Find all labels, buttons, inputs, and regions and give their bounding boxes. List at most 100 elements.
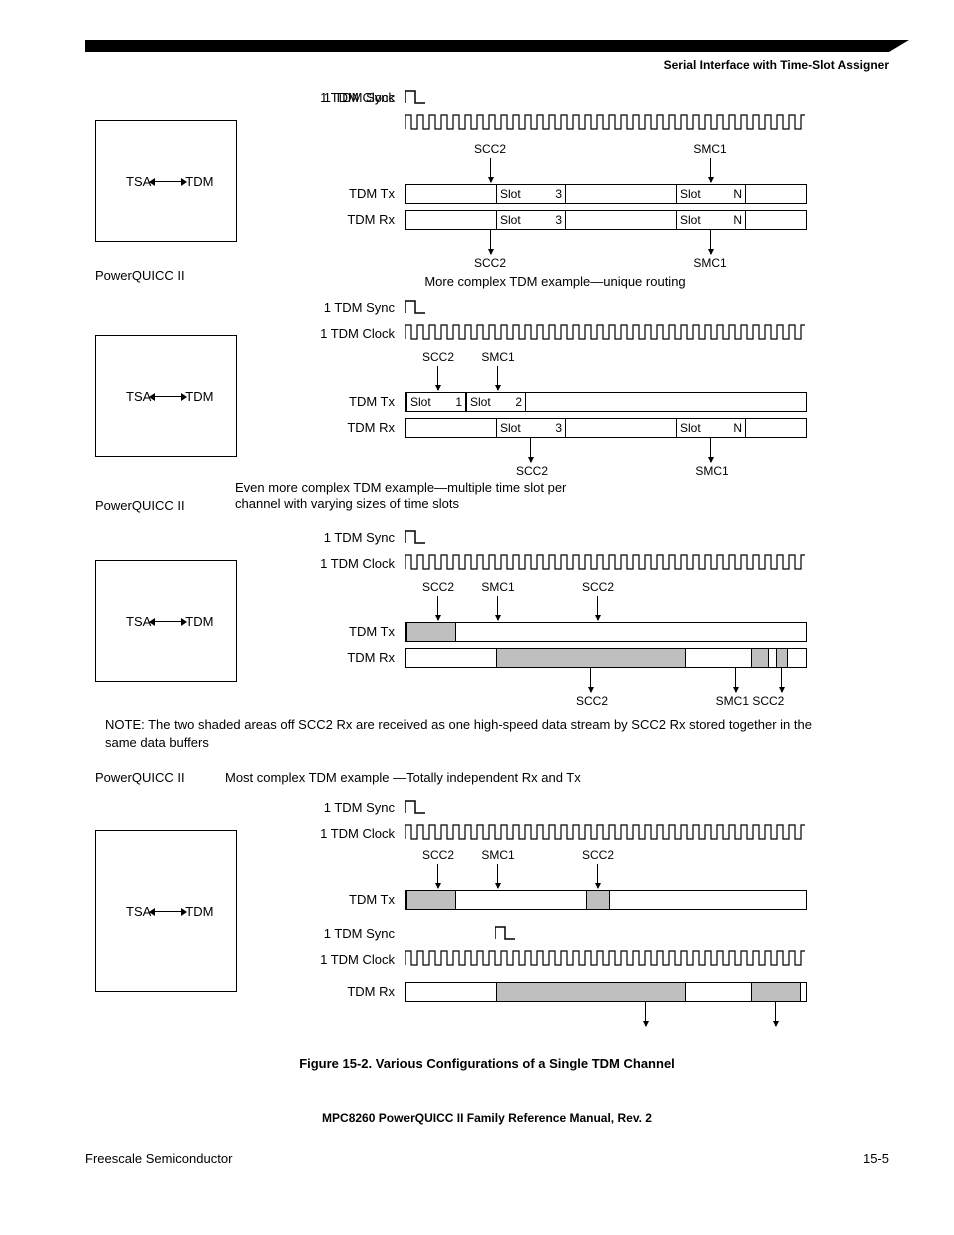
sync-waveform (405, 530, 805, 544)
arrow-down-icon (590, 668, 591, 692)
tsa-label: TSA (126, 389, 151, 404)
scc2-label: SCC2 (507, 464, 557, 478)
arrow-down-icon (710, 438, 711, 462)
clock-label: 1 TDM Clock (305, 326, 395, 341)
slot-shaded (751, 983, 801, 1001)
slot: SlotN (676, 211, 746, 229)
arrow-down-icon (497, 596, 498, 620)
scc2-label: SCC2 (413, 350, 463, 364)
smc1-label: SMC1 (473, 350, 523, 364)
slot-shaded (751, 649, 769, 667)
tdm-label: TDM (185, 389, 213, 404)
arrow-down-icon (775, 1002, 776, 1026)
tdm-label: TDM (185, 904, 213, 919)
example2-caption2: channel with varying sizes of time slots (235, 496, 655, 511)
note-text: NOTE: The two shaded areas off SCC2 Rx a… (105, 716, 845, 751)
slot: Slot1 (406, 393, 466, 411)
rx-lane (405, 648, 807, 668)
tsa-label: TSA (126, 174, 151, 189)
smc1-label: SMC1 (473, 580, 523, 594)
scc2-label: SCC2 (573, 580, 623, 594)
tx-label: TDM Tx (305, 394, 395, 409)
arrow-down-icon (497, 366, 498, 390)
arrow-down-icon (490, 158, 491, 182)
arrow-down-icon (645, 1002, 646, 1026)
arrow-down-icon (735, 668, 736, 692)
tx-lane: Slot3 SlotN (405, 184, 807, 204)
slot-shaded (496, 983, 686, 1001)
rx-lane: Slot3 SlotN (405, 210, 807, 230)
bidir-arrow-icon (153, 911, 183, 912)
arrow-down-icon (710, 158, 711, 182)
smc1-label: SMC1 (687, 464, 737, 478)
tx-label: TDM Tx (305, 186, 395, 201)
tdm-label: TDM (185, 174, 213, 189)
clock-label: 1 TDM Clock (305, 952, 395, 967)
rx-lane: Slot3 SlotN (405, 418, 807, 438)
clock-label: 1 TDM Clock (305, 556, 395, 571)
tdm-label: TDM (185, 614, 213, 629)
tx-lane (405, 890, 807, 910)
clock-waveform (405, 324, 805, 340)
pq-label: PowerQUICC II (95, 498, 185, 513)
slot: SlotN (676, 185, 746, 203)
example3-caption: Most complex TDM example —Totally indepe… (225, 770, 725, 785)
slot: Slot3 (496, 211, 566, 229)
tsa-box-2: TSA TDM (95, 335, 237, 457)
sync-label: 1 TDM Sync (305, 800, 395, 815)
arrow-down-icon (597, 596, 598, 620)
slot-shaded (406, 891, 456, 909)
clock-waveform (405, 950, 805, 966)
bidir-arrow-icon (153, 181, 183, 182)
pq-label: PowerQUICC II (95, 268, 185, 283)
footer-company: Freescale Semiconductor (85, 1151, 232, 1166)
clock-waveform (405, 554, 805, 570)
scc2-label: SCC2 (465, 256, 515, 270)
tx-lane: Slot1 Slot2 (405, 392, 807, 412)
example1-caption: More complex TDM example—unique routing (355, 274, 755, 289)
arrow-down-icon (437, 366, 438, 390)
tsa-box-3: TSA TDM (95, 560, 237, 682)
slot: Slot2 (466, 393, 526, 411)
arrow-down-icon (497, 864, 498, 888)
clock-label: 1 TDM Clock (305, 90, 395, 105)
slot: Slot3 (496, 419, 566, 437)
sync-label: 1 TDM Sync (305, 300, 395, 315)
slot-shaded (776, 649, 788, 667)
rx-lane (405, 982, 807, 1002)
rx-label: TDM Rx (305, 984, 395, 999)
tsa-box-1: TSA TDM (95, 120, 237, 242)
figure-diagram: TSA TDM 1 TDM Sync 1 TDM Clock SCC2 SMC1… (95, 90, 895, 1050)
clock-label: 1 TDM Clock (305, 826, 395, 841)
arrow-down-icon (597, 864, 598, 888)
slot-shaded (496, 649, 686, 667)
rx-label: TDM Rx (305, 420, 395, 435)
example2-caption1: Even more complex TDM example—multiple t… (235, 480, 655, 495)
tsa-box-4: TSA TDM (95, 830, 237, 992)
arrow-down-icon (781, 668, 782, 692)
smc1-label: SMC1 (685, 256, 735, 270)
sync-waveform (405, 300, 805, 314)
slot: Slot3 (496, 185, 566, 203)
arrow-down-icon (710, 230, 711, 254)
tsa-label: TSA (126, 904, 151, 919)
rx-label: TDM Rx (305, 212, 395, 227)
header-rule (85, 40, 889, 52)
bidir-arrow-icon (153, 396, 183, 397)
arrow-down-icon (530, 438, 531, 462)
rx-label: TDM Rx (305, 650, 395, 665)
arrow-down-icon (490, 230, 491, 254)
tsa-label: TSA (126, 614, 151, 629)
tx-label: TDM Tx (305, 624, 395, 639)
sync-label: 1 TDM Sync (305, 530, 395, 545)
scc2-label: SCC2 (413, 580, 463, 594)
figure-caption: Figure 15-2. Various Configurations of a… (85, 1056, 889, 1071)
scc2-label: SCC2 (465, 142, 515, 156)
clock-waveform (405, 114, 805, 130)
manual-title: MPC8260 PowerQUICC II Family Reference M… (85, 1111, 889, 1125)
smc1-scc2-label: SMC1 SCC2 (705, 694, 795, 708)
scc2-label: SCC2 (567, 694, 617, 708)
arrow-down-icon (437, 864, 438, 888)
slot: SlotN (676, 419, 746, 437)
section-title: Serial Interface with Time-Slot Assigner (85, 58, 889, 72)
